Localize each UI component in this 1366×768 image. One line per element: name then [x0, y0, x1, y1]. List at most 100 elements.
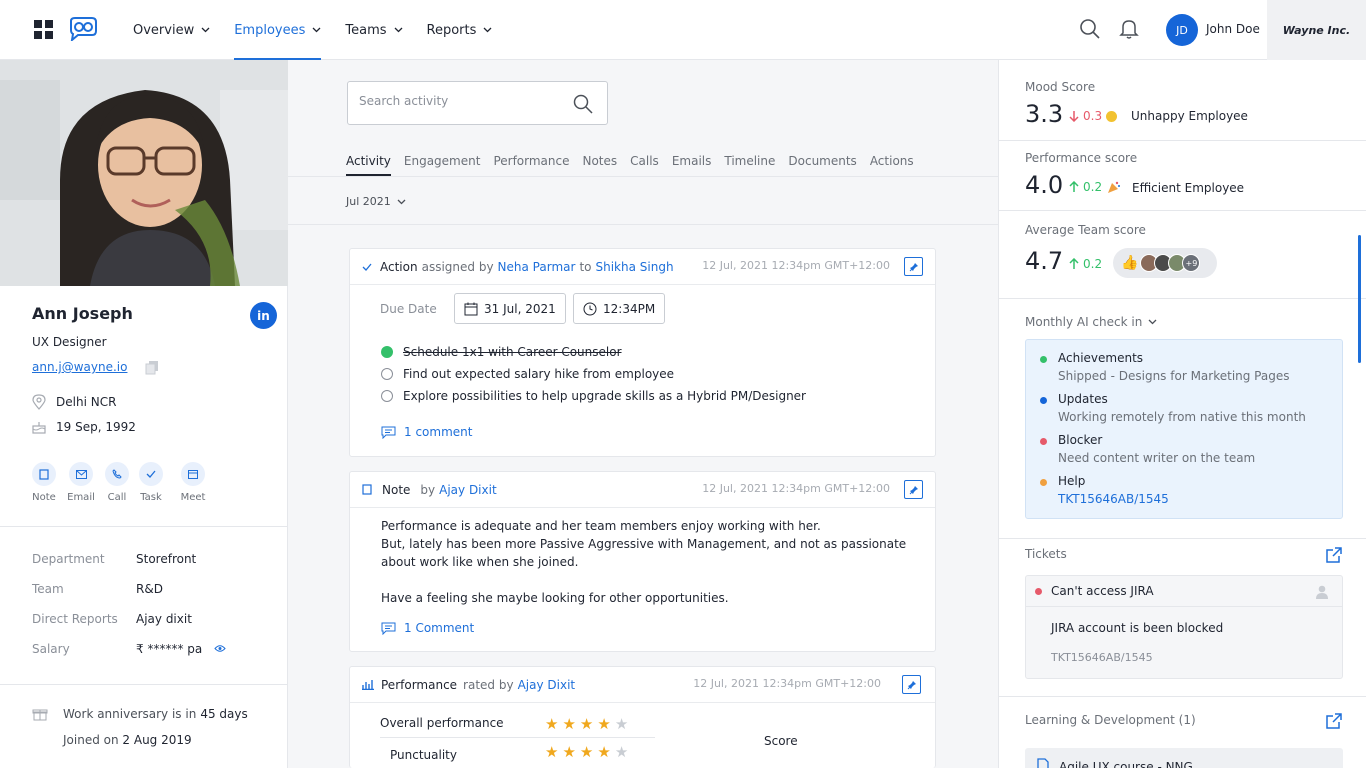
- copy-icon[interactable]: [145, 360, 159, 375]
- tab-documents[interactable]: Documents: [788, 154, 856, 176]
- ai-item-sub: Need content writer on the team: [1058, 451, 1256, 465]
- tab-activity[interactable]: Activity: [346, 154, 391, 176]
- bell-icon[interactable]: [1119, 18, 1139, 40]
- pin-icon[interactable]: [902, 675, 921, 694]
- assigner-link[interactable]: Neha Parmar: [498, 260, 576, 274]
- tab-actions[interactable]: Actions: [870, 154, 914, 176]
- chevron-down-icon: [1148, 319, 1157, 325]
- course-item[interactable]: Agile UX course - NNG: [1025, 748, 1343, 768]
- rating-label: Overall performance: [380, 716, 504, 730]
- pin-icon[interactable]: [904, 257, 923, 276]
- quick-action-task[interactable]: Task: [131, 462, 171, 503]
- star-filled-icon[interactable]: ★: [580, 717, 593, 732]
- star-filled-icon[interactable]: ★: [545, 745, 558, 760]
- star-rating[interactable]: ★ ★ ★ ★ ★: [545, 745, 632, 760]
- star-filled-icon[interactable]: ★: [597, 717, 610, 732]
- performance-score-value: 4.0: [1025, 171, 1064, 199]
- gift-icon: [32, 709, 48, 721]
- eye-icon[interactable]: [214, 644, 226, 653]
- search-icon[interactable]: [573, 94, 593, 114]
- star-filled-icon[interactable]: ★: [545, 717, 558, 732]
- divider: [288, 224, 998, 225]
- tab-emails[interactable]: Emails: [672, 154, 712, 176]
- star-empty-icon[interactable]: ★: [615, 717, 628, 732]
- status-dot: [1040, 479, 1047, 486]
- star-rating[interactable]: ★ ★ ★ ★ ★: [545, 717, 632, 732]
- month-selector[interactable]: Jul 2021: [346, 195, 406, 208]
- due-date-label: Due Date: [380, 302, 437, 316]
- nav-overview[interactable]: Overview: [133, 0, 210, 60]
- ai-checkin-toggle[interactable]: Monthly AI check in: [1025, 315, 1157, 329]
- search-input[interactable]: [359, 94, 559, 108]
- quick-action-label: Task: [140, 492, 162, 503]
- ai-item-updates: Updates Working remotely from native this…: [1040, 392, 1306, 424]
- activity-tabs: Activity Engagement Performance Notes Ca…: [346, 154, 927, 176]
- tab-engagement[interactable]: Engagement: [404, 154, 481, 176]
- ai-item-title: Achievements: [1058, 351, 1144, 365]
- ai-item-achievements: Achievements Shipped - Designs for Market…: [1040, 351, 1290, 383]
- task-checkbox[interactable]: [381, 390, 393, 402]
- tab-calls[interactable]: Calls: [630, 154, 659, 176]
- tickets-title: Tickets: [1025, 547, 1067, 561]
- anniversary-days: 45 days: [200, 706, 248, 721]
- joined-date: 2 Aug 2019: [122, 733, 192, 747]
- comments-link[interactable]: 1 comment: [381, 425, 472, 439]
- nav-label: Teams: [345, 22, 387, 38]
- star-filled-icon[interactable]: ★: [562, 745, 575, 760]
- user-avatar[interactable]: JD: [1166, 14, 1198, 46]
- star-filled-icon[interactable]: ★: [580, 745, 593, 760]
- detail-key: Salary: [32, 642, 70, 656]
- star-filled-icon[interactable]: ★: [597, 745, 610, 760]
- due-time-picker[interactable]: 12:34PM: [573, 293, 666, 324]
- arrow-down-icon: [1069, 111, 1079, 122]
- author-link[interactable]: Ajay Dixit: [439, 483, 497, 497]
- tab-notes[interactable]: Notes: [582, 154, 617, 176]
- quick-action-note[interactable]: Note: [24, 462, 64, 503]
- divider: [999, 538, 1366, 539]
- linkedin-icon[interactable]: in: [250, 302, 277, 329]
- task-checkbox[interactable]: [381, 346, 393, 358]
- bar-chart-icon: [362, 680, 374, 690]
- app-grid-icon[interactable]: [34, 20, 54, 40]
- document-icon: [1037, 758, 1049, 768]
- external-link-icon[interactable]: [1326, 547, 1342, 563]
- nav-teams[interactable]: Teams: [345, 0, 402, 60]
- user-name[interactable]: John Doe: [1206, 22, 1260, 36]
- star-filled-icon[interactable]: ★: [562, 717, 575, 732]
- anniversary-block: Work anniversary is in 45 days Joined on…: [32, 706, 248, 747]
- assignee-link[interactable]: Shikha Singh: [595, 260, 673, 274]
- team-avatars[interactable]: 👍 +9: [1113, 248, 1217, 278]
- search-icon[interactable]: [1079, 18, 1101, 40]
- nav-reports[interactable]: Reports: [427, 0, 493, 60]
- task-item[interactable]: Schedule 1x1 with Career Counselor: [381, 345, 622, 359]
- ai-item-title: Blocker: [1058, 433, 1103, 447]
- chevron-down-icon: [312, 27, 321, 33]
- ticket-card[interactable]: Can't access JIRA JIRA account is been b…: [1025, 575, 1343, 679]
- external-link-icon[interactable]: [1326, 713, 1342, 729]
- help-ticket-link[interactable]: TKT15646AB/1545: [1058, 492, 1169, 506]
- tab-performance[interactable]: Performance: [493, 154, 569, 176]
- scrollbar[interactable]: [1358, 235, 1361, 363]
- task-checkbox[interactable]: [381, 368, 393, 380]
- detail-value: Ajay dixit: [136, 612, 192, 626]
- task-item[interactable]: Explore possibilities to help upgrade sk…: [381, 389, 806, 403]
- rating-row: Punctuality: [390, 748, 457, 762]
- company-switcher[interactable]: Wayne Inc.: [1267, 0, 1366, 60]
- comments-link[interactable]: 1 Comment: [381, 621, 474, 635]
- nav-employees[interactable]: Employees: [234, 0, 322, 60]
- location-text: Delhi NCR: [56, 395, 117, 409]
- task-item[interactable]: Find out expected salary hike from emplo…: [381, 367, 674, 381]
- detail-department: Department Storefront: [32, 552, 196, 566]
- brand-logo[interactable]: [68, 17, 98, 41]
- chevron-down-icon: [397, 199, 406, 204]
- employee-email[interactable]: ann.j@wayne.io: [32, 360, 127, 374]
- due-date-picker[interactable]: 31 Jul, 2021: [454, 293, 566, 324]
- tab-timeline[interactable]: Timeline: [724, 154, 775, 176]
- pin-icon[interactable]: [904, 480, 923, 499]
- quick-action-email[interactable]: Email: [61, 462, 101, 503]
- chevron-down-icon: [394, 27, 402, 33]
- star-empty-icon[interactable]: ★: [615, 745, 628, 760]
- month-label: Jul 2021: [346, 195, 391, 208]
- quick-action-meet[interactable]: Meet: [173, 462, 213, 503]
- author-link[interactable]: Ajay Dixit: [518, 678, 576, 692]
